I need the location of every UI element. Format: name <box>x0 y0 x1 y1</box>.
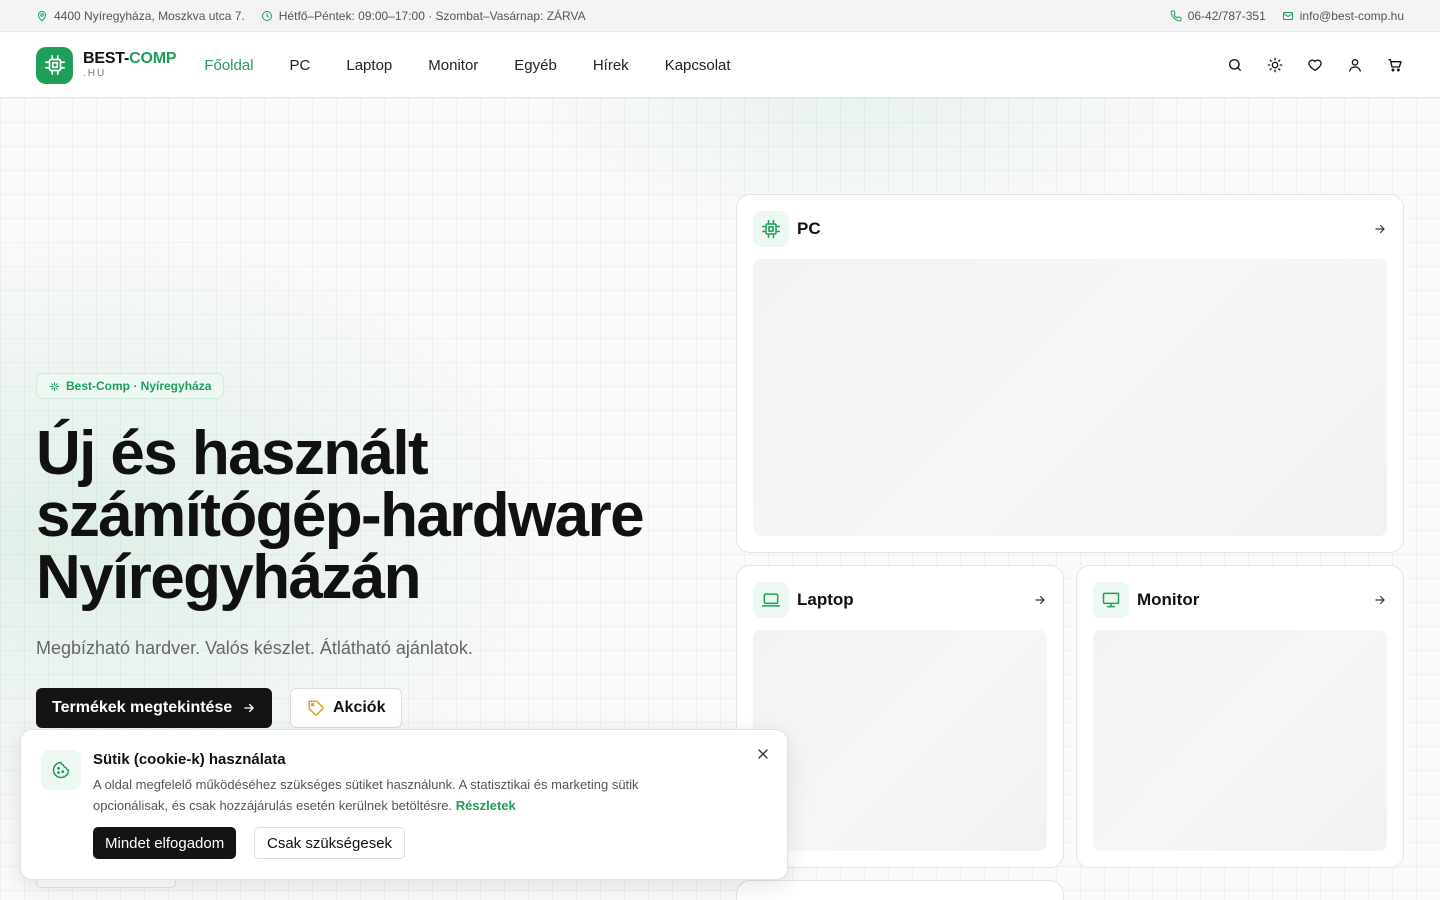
hero-title: Új és használt számítógép-hardware Nyíre… <box>36 423 716 609</box>
cpu-icon <box>753 211 789 247</box>
card-image-placeholder <box>1093 630 1387 851</box>
cookie-title: Sütik (cookie-k) használata <box>93 751 286 768</box>
sparkle-icon <box>49 381 60 392</box>
hours-text: Hétfő–Péntek: 09:00–17:00 · Szombat–Vasá… <box>278 8 586 23</box>
nav-item-kapcsolat[interactable]: Kapcsolat <box>665 57 731 74</box>
search-icon[interactable] <box>1226 56 1244 74</box>
nav-item-egyeb[interactable]: Egyéb <box>514 57 557 74</box>
view-products-label: Termékek megtekintése <box>52 699 233 716</box>
hours-info: Hétfő–Péntek: 09:00–17:00 · Szombat–Vasá… <box>261 9 586 23</box>
logo-accent-part: COMP <box>129 50 177 67</box>
card-title: PC <box>797 219 821 238</box>
account-icon[interactable] <box>1346 56 1364 74</box>
nav-item-hirek[interactable]: Hírek <box>593 57 629 74</box>
address-info: 4400 Nyíregyháza, Moszkva utca 7. <box>36 9 245 23</box>
logo-main-part: BEST- <box>83 50 130 67</box>
close-icon[interactable] <box>755 746 771 762</box>
cookie-consent-banner: Sütik (cookie-k) használata A oldal megf… <box>20 729 788 880</box>
cookie-details-link[interactable]: Részletek <box>456 798 516 813</box>
necessary-cookies-button[interactable]: Csak szükségesek <box>254 827 406 859</box>
location-badge: Best-Comp · Nyíregyháza <box>36 373 225 399</box>
category-card-pc[interactable]: PC <box>736 194 1404 553</box>
cookie-icon <box>41 750 81 790</box>
logo-domain: .HU <box>83 68 107 79</box>
card-header: Monitor <box>1093 582 1387 618</box>
accept-all-cookies-button[interactable]: Mindet elfogadom <box>93 827 237 859</box>
logo-text: BEST-COMP .HU <box>83 50 177 79</box>
hero-title-line-3: Nyíregyházán <box>36 543 422 612</box>
main-header: BEST-COMP .HU Főoldal PC Laptop Monitor … <box>0 33 1440 98</box>
hero-title-line-2: számítógép-hardware <box>36 481 645 550</box>
badge-text: Best-Comp · Nyíregyháza <box>66 379 212 393</box>
site-logo[interactable]: BEST-COMP .HU <box>36 46 177 84</box>
phone-text: 06-42/787-351 <box>1187 8 1266 23</box>
cart-icon[interactable] <box>1386 56 1404 74</box>
nav-item-monitor[interactable]: Monitor <box>428 57 478 74</box>
category-card-monitor[interactable]: Monitor <box>1076 565 1404 868</box>
arrow-right-icon <box>242 701 256 715</box>
deals-button[interactable]: Akciók <box>290 688 403 728</box>
laptop-icon <box>753 582 789 618</box>
hero-subtitle: Megbízható hardver. Valós készlet. Átlát… <box>36 638 473 658</box>
nav-item-pc[interactable]: PC <box>290 57 311 74</box>
wishlist-icon[interactable] <box>1306 56 1324 74</box>
cookie-description: A oldal megfelelő működéséhez szükséges … <box>93 774 713 816</box>
nav-item-fooldal[interactable]: Főoldal <box>204 57 253 74</box>
view-products-button[interactable]: Termékek megtekintése <box>36 688 273 728</box>
card-header: PC <box>753 211 1387 247</box>
clock-icon <box>261 10 273 22</box>
top-info-bar: 4400 Nyíregyháza, Moszkva utca 7. Hétfő–… <box>0 0 1440 32</box>
nav-item-laptop[interactable]: Laptop <box>346 57 392 74</box>
tag-icon <box>307 699 325 717</box>
monitor-icon <box>1093 582 1129 618</box>
logo-wordmark: BEST-COMP <box>83 50 177 67</box>
main-nav: Főoldal PC Laptop Monitor Egyéb Hírek Ka… <box>204 57 730 74</box>
address-text: 4400 Nyíregyháza, Moszkva utca 7. <box>54 8 245 23</box>
card-header: Laptop <box>753 582 1047 618</box>
phone-link[interactable]: 06-42/787-351 <box>1170 9 1266 23</box>
top-info-left: 4400 Nyíregyháza, Moszkva utca 7. Hétfő–… <box>36 9 586 23</box>
cpu-logo-icon <box>36 46 73 84</box>
card-image-placeholder <box>753 259 1387 536</box>
top-info-right: 06-42/787-351 info@best-comp.hu <box>1170 9 1404 23</box>
email-text: info@best-comp.hu <box>1299 8 1404 23</box>
arrow-right-icon <box>1373 593 1387 607</box>
card-title: Monitor <box>1137 590 1200 609</box>
header-actions <box>1226 56 1404 74</box>
arrow-right-icon <box>1033 593 1047 607</box>
email-link[interactable]: info@best-comp.hu <box>1282 9 1404 23</box>
cookie-text: A oldal megfelelő működéséhez szükséges … <box>93 777 639 813</box>
deals-label: Akciók <box>333 699 386 716</box>
mail-icon <box>1282 10 1294 22</box>
map-pin-icon <box>36 10 48 22</box>
phone-icon <box>1170 9 1182 22</box>
card-title: Laptop <box>797 590 854 609</box>
category-card-partial[interactable] <box>736 880 1064 900</box>
arrow-right-icon <box>1373 222 1387 236</box>
theme-toggle-icon[interactable] <box>1266 56 1284 74</box>
hero-title-line-1: Új és használt <box>36 419 429 488</box>
card-image-placeholder <box>753 630 1047 851</box>
